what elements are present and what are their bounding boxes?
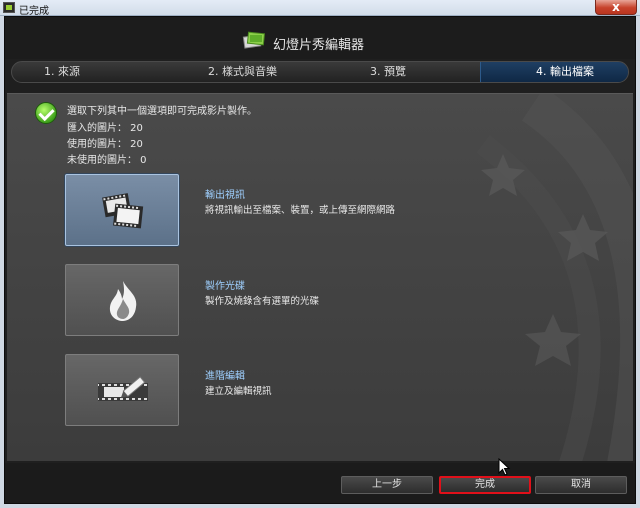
content-panel: 選取下列其中一個選項即可完成影片製作。 匯入的圖片： 20 使用的圖片： 20 … — [7, 93, 633, 461]
app-window: 幻燈片秀編輯器 1. 來源 2. 樣式與音樂 3. 預覽 4. 輸出檔案 選取下… — [4, 16, 636, 504]
app-header: 幻燈片秀編輯器 1. 來源 2. 樣式與音樂 3. 預覽 4. 輸出檔案 — [5, 17, 635, 83]
cancel-button[interactable]: 取消 — [535, 476, 627, 494]
step-navigation: 1. 來源 2. 樣式與音樂 3. 預覽 4. 輸出檔案 — [11, 61, 629, 83]
advanced-edit-button[interactable] — [65, 354, 179, 426]
make-disc-desc: 製作及燒錄含有選單的光碟 — [205, 296, 320, 307]
window-titlebar: 已完成 x — [0, 0, 640, 17]
mouse-cursor-icon — [498, 458, 511, 476]
step-style-music[interactable]: 2. 樣式與音樂 — [208, 62, 277, 82]
imported-count: 匯入的圖片： 20 — [67, 123, 143, 134]
back-button[interactable]: 上一步 — [341, 476, 433, 494]
step-source[interactable]: 1. 來源 — [44, 62, 80, 82]
app-icon — [3, 2, 15, 13]
film-strip-icon — [102, 193, 144, 229]
disc-burn-icon — [109, 281, 137, 321]
decorative-star-swirl — [476, 94, 633, 461]
advanced-edit-title[interactable]: 進階編輯 — [205, 367, 245, 382]
instruction-text: 選取下列其中一個選項即可完成影片製作。 — [67, 106, 257, 117]
edit-timeline-icon — [98, 376, 148, 401]
step-output[interactable]: 4. 輸出檔案 — [536, 62, 594, 82]
step-preview[interactable]: 3. 預覽 — [370, 62, 406, 82]
app-title: 幻燈片秀編輯器 — [273, 38, 365, 53]
finish-button[interactable]: 完成 — [439, 476, 531, 494]
success-check-icon — [35, 102, 57, 124]
window-title: 已完成 — [19, 6, 49, 17]
make-disc-title[interactable]: 製作光碟 — [205, 277, 245, 292]
advanced-edit-desc: 建立及編輯視訊 — [205, 386, 272, 397]
used-count: 使用的圖片： 20 — [67, 139, 143, 150]
output-video-desc: 將視訊輸出至檔案、裝置，或上傳至網際網路 — [205, 205, 396, 216]
footer-bar: 上一步 完成 取消 — [5, 463, 635, 503]
unused-count: 未使用的圖片： 0 — [67, 155, 147, 166]
output-video-title[interactable]: 輸出視訊 — [205, 186, 245, 201]
make-disc-button[interactable] — [65, 264, 179, 336]
output-video-button[interactable] — [65, 174, 179, 246]
close-button[interactable]: x — [595, 0, 637, 15]
slideshow-logo-icon — [242, 31, 266, 49]
